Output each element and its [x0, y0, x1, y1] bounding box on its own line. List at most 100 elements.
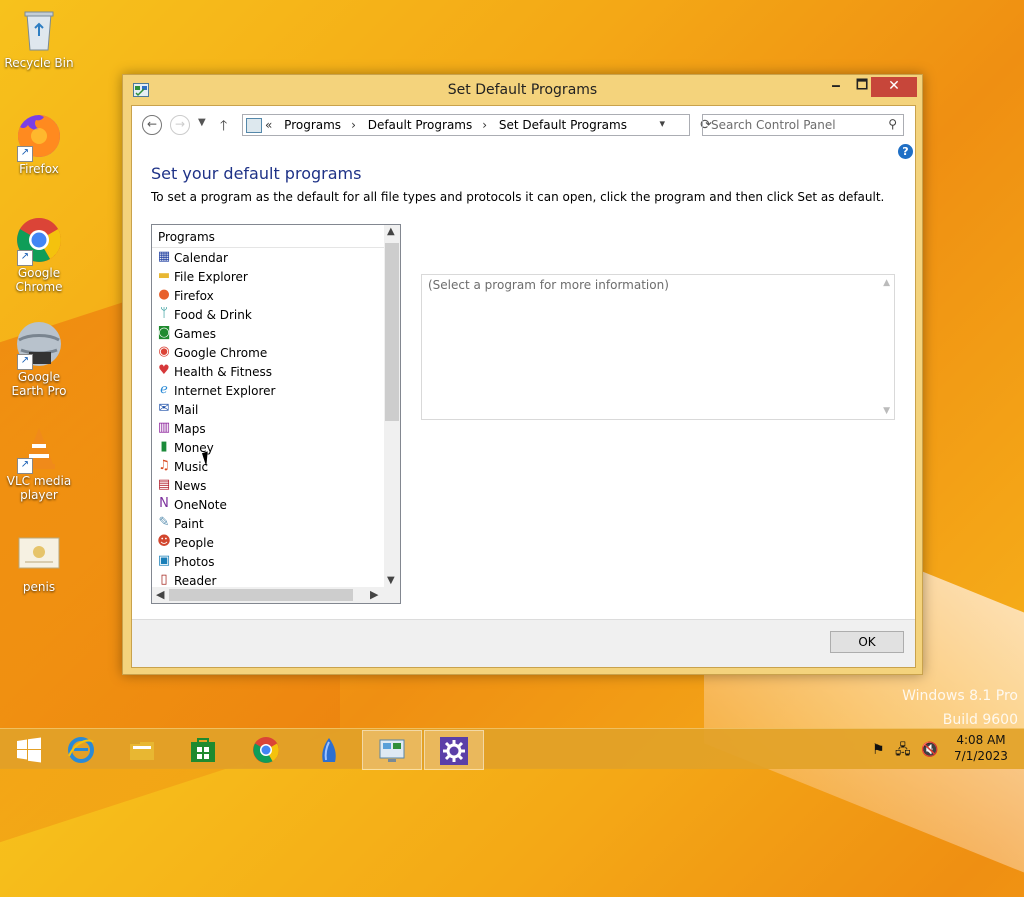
breadcrumb-overflow[interactable]: « [265, 118, 272, 132]
desktop-icon-label: VLC media player [6, 474, 72, 502]
recycle-bin-icon [15, 6, 63, 54]
calendar-icon: ▦ [157, 249, 171, 264]
desktop-icon-label: Google Earth Pro [11, 370, 67, 398]
chrome-icon: ◉ [158, 344, 170, 359]
scroll-down-icon[interactable]: ▼ [883, 406, 890, 416]
program-list-item[interactable]: ▤ News [152, 476, 384, 495]
taskbar-store[interactable] [174, 730, 232, 768]
minimize-button[interactable]: 🗕 [823, 77, 849, 97]
taskbar-internet-explorer[interactable] [52, 730, 110, 768]
search-box[interactable]: Search Control Panel ⚲ [702, 114, 904, 136]
network-icon[interactable]: 🖧 [895, 742, 911, 758]
folder-icon [130, 740, 154, 760]
program-list-item[interactable]: ♫ Music [152, 457, 384, 476]
program-list-item[interactable]: ♥ Health & Fitness [152, 362, 384, 381]
taskbar-chrome[interactable] [237, 730, 295, 768]
program-list-item[interactable]: N OneNote [152, 495, 384, 514]
scroll-up-icon[interactable]: ▲ [387, 226, 395, 237]
program-list-item[interactable]: ▬ File Explorer [152, 267, 384, 286]
food-drink-icon: ᛘ [160, 306, 168, 321]
windows-logo-icon [17, 737, 41, 763]
taskbar: ⚑ 🖧 🔇 4:08 AM 7/1/2023 [0, 728, 1024, 770]
programs-column-header[interactable]: ˄ Programs [152, 225, 384, 248]
clock-date: 7/1/2023 [954, 749, 1008, 763]
desktop-icon-label: Firefox [19, 162, 59, 176]
search-icon[interactable]: ⚲ [888, 117, 897, 131]
taskbar-google-earth[interactable] [300, 730, 358, 768]
scroll-thumb[interactable] [385, 243, 399, 421]
program-list-item[interactable]: ◉ Google Chrome [152, 343, 384, 362]
program-list-item[interactable]: ✎ Paint [152, 514, 384, 533]
program-list-item[interactable]: ▣ Photos [152, 552, 384, 571]
desktop-icon-file[interactable]: penis [2, 530, 76, 594]
start-button[interactable] [0, 730, 58, 768]
scroll-thumb-horizontal[interactable] [169, 589, 353, 601]
program-list-item[interactable]: ☻ People [152, 533, 384, 552]
window-client-area: ← → ▼ 🡑 « Programs › Default Programs › Se… [131, 105, 916, 668]
desktop-icon-firefox[interactable]: ↗ Firefox [2, 112, 76, 176]
breadcrumb-programs[interactable]: Programs [284, 118, 341, 132]
up-level-button[interactable]: 🡑 [220, 115, 227, 139]
google-earth-icon: ↗ [15, 320, 63, 370]
program-list-item[interactable]: ✉ Mail [152, 400, 384, 419]
scroll-down-icon[interactable]: ▼ [387, 575, 395, 586]
search-input[interactable]: Search Control Panel [711, 118, 836, 132]
scroll-left-icon[interactable]: ◀ [156, 588, 164, 601]
programs-list[interactable]: ˄ Programs ▦ Calendar ▬ File Explorer ● Firef… [151, 224, 401, 604]
program-list-item[interactable]: ᛘ Food & Drink [152, 305, 384, 324]
folder-icon: ▬ [157, 268, 171, 283]
program-list-item[interactable]: ▦ Calendar [152, 248, 384, 267]
help-button[interactable]: ? [898, 144, 913, 159]
desktop-icon-google-earth-pro[interactable]: ↗ Google Earth Pro [2, 320, 76, 398]
scroll-right-icon[interactable]: ▶ [370, 588, 378, 601]
program-list-item[interactable]: ● Firefox [152, 286, 384, 305]
program-label: File Explorer [174, 270, 248, 284]
google-earth-icon [322, 738, 336, 762]
desktop-icon-google-chrome[interactable]: ↗ Google Chrome [2, 216, 76, 294]
chevron-right-icon[interactable]: › [351, 118, 356, 132]
health-icon: ♥ [158, 363, 170, 378]
shortcut-arrow-icon: ↗ [17, 458, 33, 474]
taskbar-file-explorer[interactable] [113, 730, 171, 768]
desktop-icon-label: Recycle Bin [4, 56, 74, 70]
horizontal-scrollbar[interactable]: ◀ ▶ [152, 587, 400, 603]
taskbar-clock[interactable]: 4:08 AM 7/1/2023 [944, 732, 1018, 764]
control-panel-icon [246, 118, 262, 133]
address-bar[interactable]: « Programs › Default Programs › Set Defaul… [242, 114, 712, 136]
recent-locations-dropdown[interactable]: ▼ [198, 117, 206, 128]
taskbar-control-panel[interactable] [362, 730, 422, 770]
desktop-icon-vlc[interactable]: ↗ VLC media player [2, 424, 76, 502]
action-center-flag-icon[interactable]: ⚑ [872, 742, 885, 758]
watermark-edition: Windows 8.1 Pro [902, 688, 1018, 704]
program-info-placeholder: (Select a program for more information) [428, 278, 669, 292]
chrome-icon [253, 737, 279, 763]
program-list-item[interactable]: ℯ Internet Explorer [152, 381, 384, 400]
title-bar[interactable]: Set Default Programs 🗕 🗖 ✕ [123, 75, 922, 105]
program-list-item[interactable]: ▮ Money [152, 438, 384, 457]
program-list-item[interactable]: ▥ Maps [152, 419, 384, 438]
forward-button[interactable]: → [170, 115, 190, 135]
program-label: Firefox [174, 289, 214, 303]
program-list-item[interactable]: ◙ Games [152, 324, 384, 343]
desktop-icon-recycle-bin[interactable]: Recycle Bin [2, 6, 76, 70]
desktop-icon-label: penis [22, 580, 56, 594]
scroll-up-icon[interactable]: ▲ [883, 278, 890, 288]
close-button[interactable]: ✕ [871, 77, 917, 97]
news-icon: ▤ [157, 477, 171, 492]
address-dropdown-icon[interactable]: ▾ [659, 117, 665, 130]
internet-explorer-icon [68, 737, 94, 763]
breadcrumb-default-programs[interactable]: Default Programs [368, 118, 473, 132]
program-label: Google Chrome [174, 346, 268, 360]
program-label: Maps [174, 422, 206, 436]
forward-arrow-icon: → [174, 117, 186, 131]
back-button[interactable]: ← [142, 115, 162, 135]
program-label: Food & Drink [174, 308, 252, 322]
breadcrumb-set-default-programs[interactable]: Set Default Programs [499, 118, 627, 132]
vertical-scrollbar[interactable]: ▲ ▼ [384, 225, 400, 587]
program-label: Music [174, 460, 209, 474]
chevron-right-icon[interactable]: › [482, 118, 487, 132]
ok-button[interactable]: OK [830, 631, 904, 653]
certificate-file-icon [15, 530, 63, 578]
taskbar-settings[interactable] [424, 730, 484, 770]
volume-muted-icon[interactable]: 🔇 [921, 742, 938, 758]
